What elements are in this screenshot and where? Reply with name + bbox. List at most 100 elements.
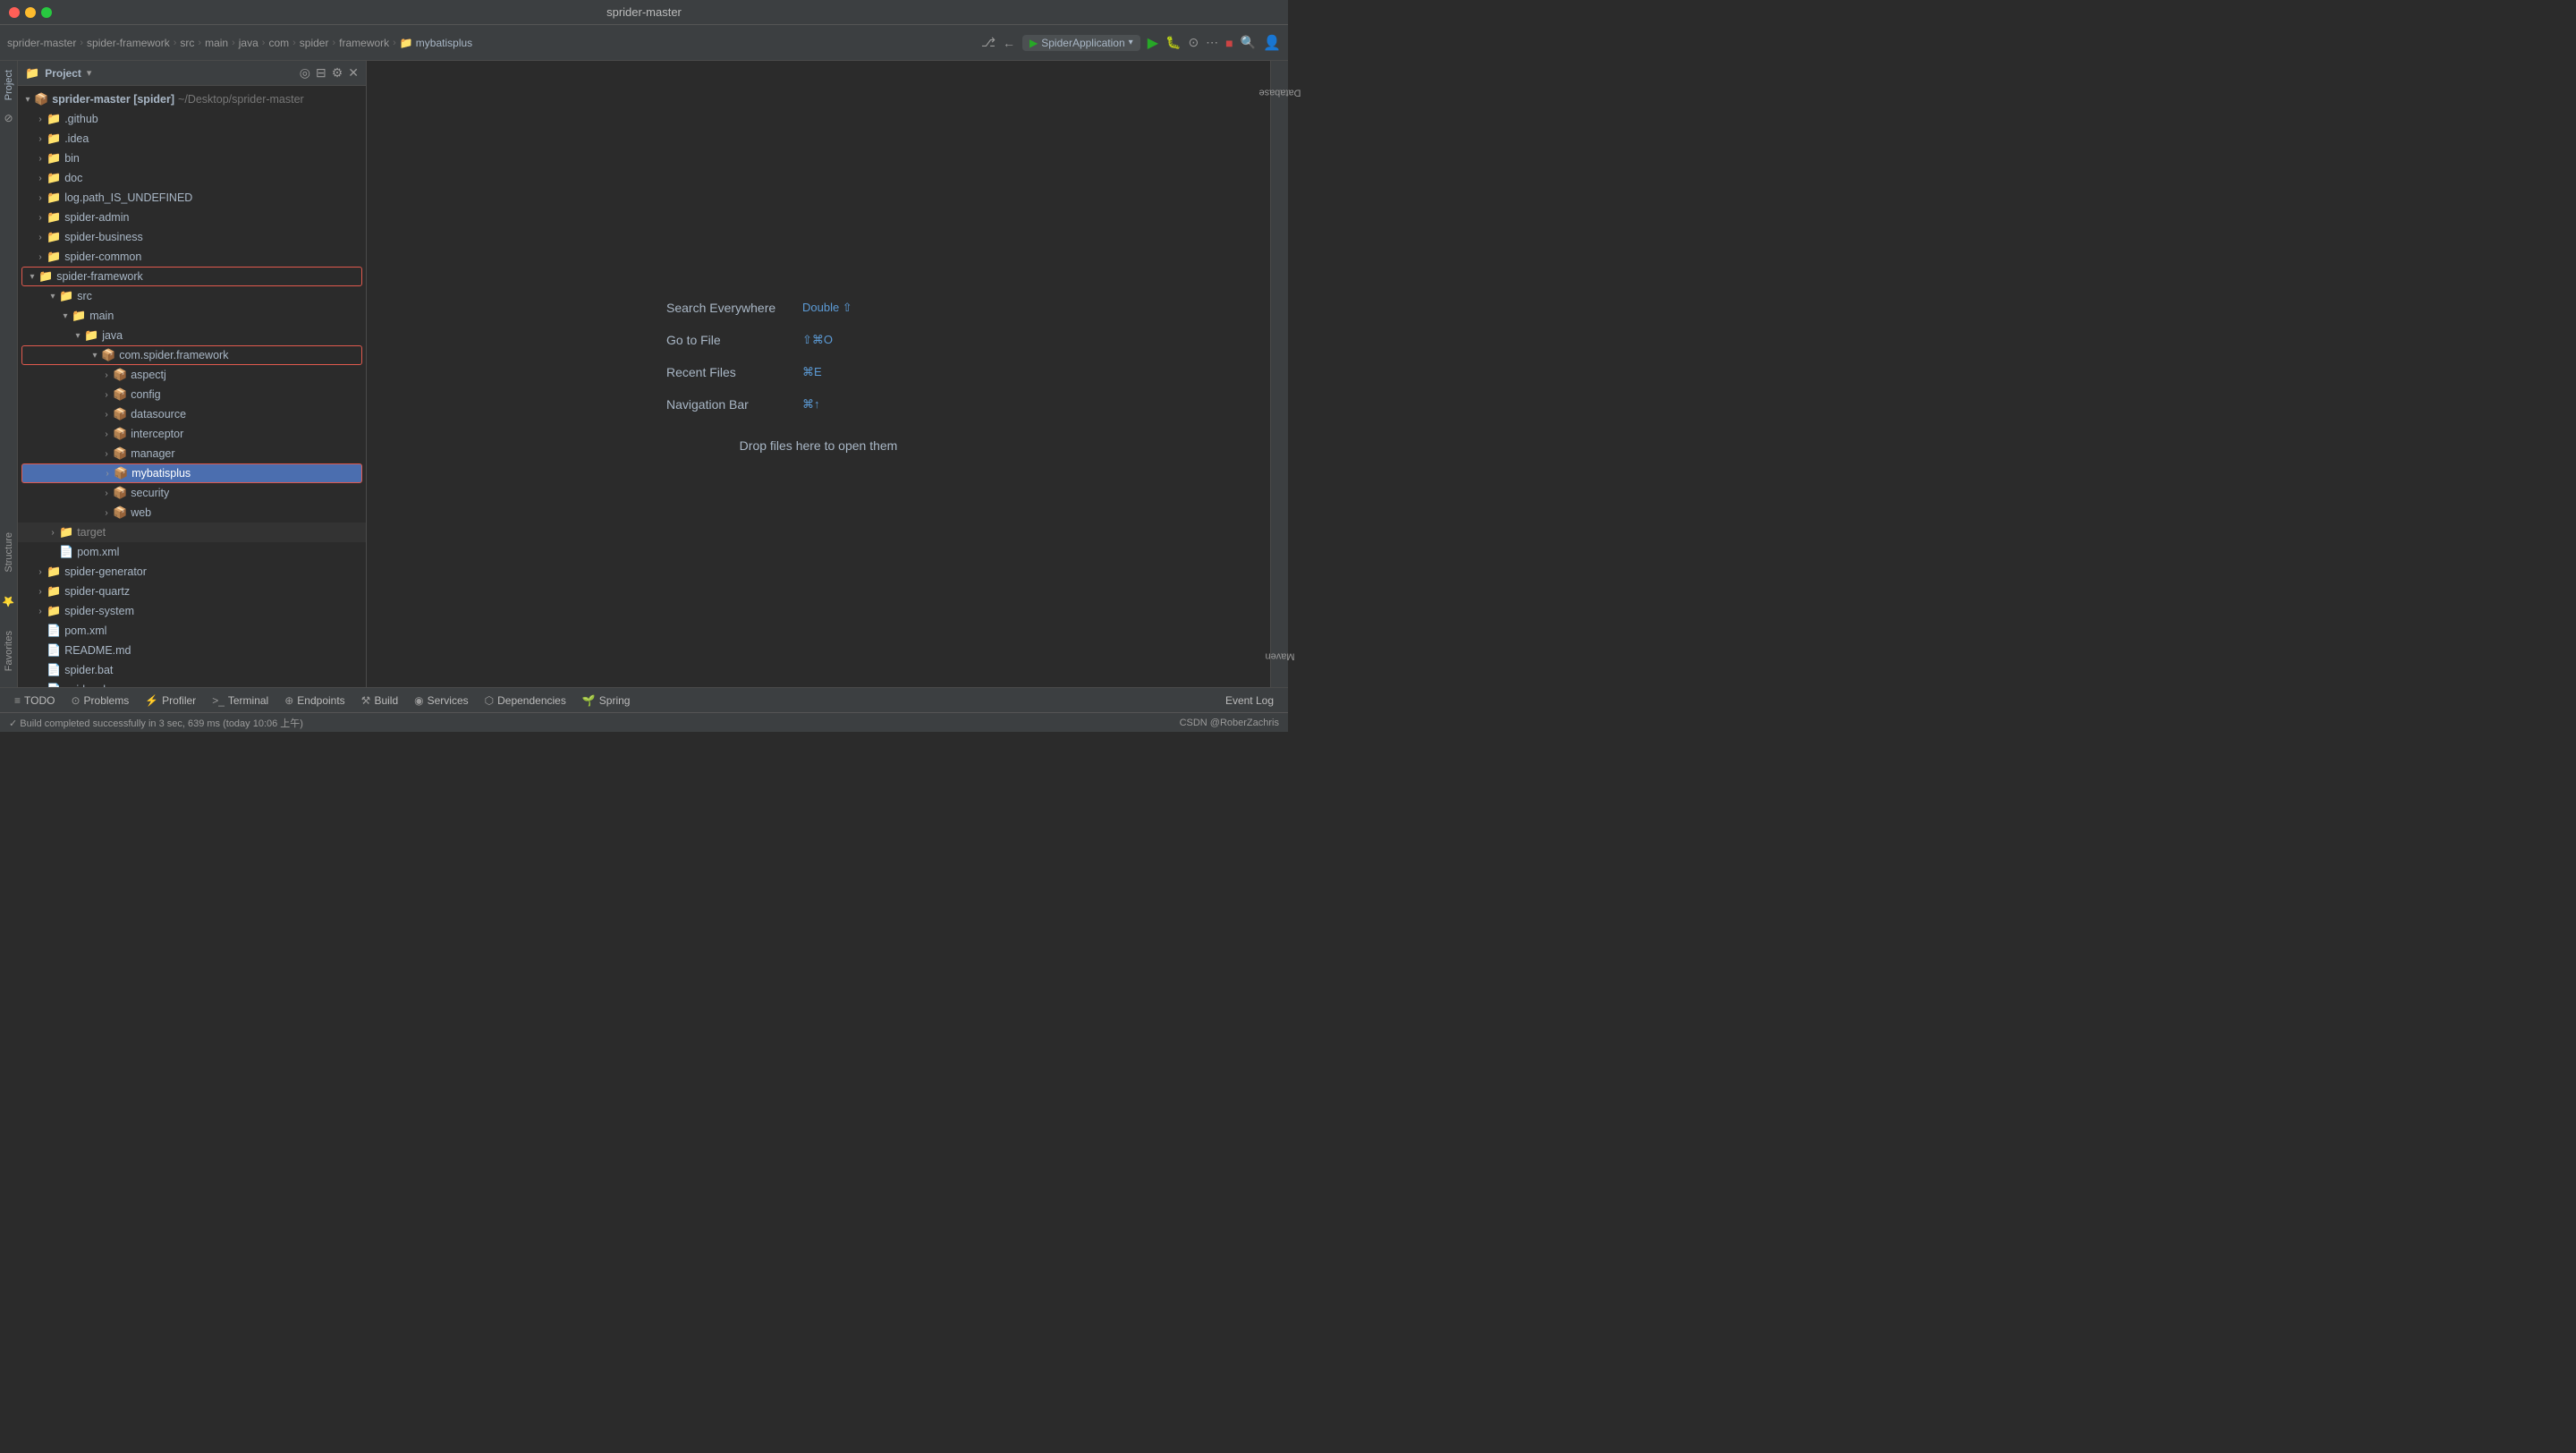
- tree-arrow[interactable]: ▾: [26, 272, 38, 282]
- list-item[interactable]: ▾ 📁 java: [18, 326, 366, 345]
- sidebar-item-structure[interactable]: Structure: [2, 527, 16, 578]
- breadcrumb-item-4[interactable]: java: [239, 37, 258, 49]
- tree-arrow[interactable]: ▾: [47, 292, 59, 302]
- tree-arrow[interactable]: ›: [100, 410, 113, 420]
- spider-framework-node[interactable]: ▾ 📁 spider-framework: [21, 267, 362, 286]
- tab-profiler[interactable]: ⚡ Profiler: [138, 690, 203, 711]
- run-configuration[interactable]: ▶ SpiderApplication ▾: [1022, 35, 1140, 51]
- sidebar-item-favorites[interactable]: Favorites: [2, 625, 16, 676]
- breadcrumb-item-5[interactable]: com: [268, 37, 289, 49]
- tab-endpoints[interactable]: ⊕ Endpoints: [277, 690, 352, 711]
- tree-arrow[interactable]: ›: [100, 370, 113, 380]
- more-run-icon[interactable]: ⋯: [1206, 35, 1218, 50]
- window-controls[interactable]: [9, 7, 52, 18]
- tree-arrow[interactable]: ›: [34, 134, 47, 144]
- mybatisplus-node[interactable]: › 📦 mybatisplus: [21, 463, 362, 483]
- commit-icon[interactable]: ⊘: [4, 112, 13, 124]
- search-icon[interactable]: 🔍: [1241, 35, 1256, 50]
- tree-arrow[interactable]: ▾: [72, 331, 84, 341]
- run-config-dropdown[interactable]: ▾: [1129, 38, 1133, 47]
- breadcrumb-item-8[interactable]: 📁mybatisplus: [400, 37, 472, 49]
- list-item[interactable]: › 📦 aspectj: [18, 365, 366, 385]
- list-item[interactable]: › 📁 .idea: [18, 129, 366, 149]
- list-item[interactable]: › 📁 bin: [18, 149, 366, 168]
- maximize-button[interactable]: [41, 7, 52, 18]
- tree-arrow[interactable]: ›: [34, 193, 47, 203]
- tab-build[interactable]: ⚒ Build: [354, 690, 405, 711]
- tree-arrow[interactable]: ›: [100, 489, 113, 498]
- tab-todo[interactable]: ≡ TODO: [7, 690, 62, 711]
- breadcrumb-item-6[interactable]: spider: [300, 37, 329, 49]
- vcs-icon[interactable]: ⎇: [981, 35, 996, 50]
- list-item[interactable]: 📄 pom.xml: [18, 542, 366, 562]
- tree-arrow[interactable]: ›: [47, 528, 59, 538]
- tree-arrow[interactable]: ›: [34, 154, 47, 164]
- tree-arrow[interactable]: ›: [100, 390, 113, 400]
- list-item[interactable]: 📄 README.md: [18, 641, 366, 660]
- collapse-icon[interactable]: ⊟: [316, 65, 326, 81]
- maven-panel-tab[interactable]: Maven: [1258, 649, 1301, 663]
- tree-arrow[interactable]: ›: [34, 233, 47, 242]
- list-item[interactable]: › 📦 datasource: [18, 404, 366, 424]
- options-icon[interactable]: ⚙: [332, 65, 343, 81]
- list-item[interactable]: › 📁 spider-common: [18, 247, 366, 267]
- tree-arrow[interactable]: ▾: [89, 351, 101, 361]
- list-item[interactable]: 📄 spider.bat: [18, 660, 366, 680]
- tab-event-log[interactable]: Event Log: [1218, 690, 1281, 711]
- tab-spring[interactable]: 🌱 Spring: [575, 690, 638, 711]
- minimize-button[interactable]: [25, 7, 36, 18]
- breadcrumb-item-1[interactable]: spider-framework: [87, 37, 170, 49]
- list-item[interactable]: ▾ 📁 src: [18, 286, 366, 306]
- tree-arrow[interactable]: ›: [34, 567, 47, 577]
- list-item[interactable]: › 📁 log.path_IS_UNDEFINED: [18, 188, 366, 208]
- breadcrumb-item-2[interactable]: src: [180, 37, 194, 49]
- list-item[interactable]: 📄 pom.xml: [18, 621, 366, 641]
- stop-icon[interactable]: ■: [1225, 36, 1233, 50]
- locate-icon[interactable]: ◎: [300, 65, 310, 81]
- list-item[interactable]: ▾ 📁 main: [18, 306, 366, 326]
- list-item[interactable]: 📄 spider.sh: [18, 680, 366, 687]
- tab-terminal[interactable]: >_ Terminal: [205, 690, 275, 711]
- debug-icon[interactable]: 🐛: [1165, 35, 1181, 50]
- back-icon[interactable]: ←: [1003, 36, 1015, 50]
- sidebar-item-bookmarks[interactable]: ⭐: [1, 590, 16, 612]
- run-button[interactable]: ▶: [1148, 34, 1158, 52]
- tree-arrow[interactable]: ›: [34, 607, 47, 616]
- tree-arrow[interactable]: ▾: [59, 311, 72, 321]
- tree-arrow[interactable]: ›: [34, 115, 47, 124]
- sidebar-item-project[interactable]: Project: [2, 64, 16, 106]
- tree-root[interactable]: ▾ 📦 sprider-master [spider] ~/Desktop/sp…: [18, 89, 366, 109]
- list-item[interactable]: › 📦 manager: [18, 444, 366, 463]
- close-button[interactable]: [9, 7, 20, 18]
- tree-arrow[interactable]: ›: [34, 252, 47, 262]
- list-item[interactable]: › 📦 config: [18, 385, 366, 404]
- dropdown-arrow[interactable]: ▾: [87, 67, 92, 79]
- tree-arrow[interactable]: ›: [34, 213, 47, 223]
- list-item[interactable]: › 📁 target: [18, 523, 366, 542]
- breadcrumb-item-7[interactable]: framework: [339, 37, 389, 49]
- user-icon[interactable]: 👤: [1263, 34, 1281, 52]
- close-panel-icon[interactable]: ✕: [348, 65, 359, 81]
- list-item[interactable]: › 📁 doc: [18, 168, 366, 188]
- tab-dependencies[interactable]: ⬡ Dependencies: [478, 690, 573, 711]
- list-item[interactable]: › 📦 web: [18, 503, 366, 523]
- tree-arrow[interactable]: ›: [100, 508, 113, 518]
- list-item[interactable]: › 📁 spider-system: [18, 601, 366, 621]
- list-item[interactable]: › 📦 interceptor: [18, 424, 366, 444]
- tree-arrow[interactable]: ›: [101, 469, 114, 479]
- list-item[interactable]: › 📦 security: [18, 483, 366, 503]
- breadcrumb-item-3[interactable]: main: [205, 37, 228, 49]
- com-spider-framework-node[interactable]: ▾ 📦 com.spider.framework: [21, 345, 362, 365]
- list-item[interactable]: › 📁 spider-business: [18, 227, 366, 247]
- tree-arrow[interactable]: ›: [34, 174, 47, 183]
- tree-arrow-root[interactable]: ▾: [21, 95, 34, 105]
- list-item[interactable]: › 📁 .github: [18, 109, 366, 129]
- tree-arrow[interactable]: ›: [100, 449, 113, 459]
- list-item[interactable]: › 📁 spider-generator: [18, 562, 366, 582]
- coverage-icon[interactable]: ⊙: [1188, 35, 1199, 50]
- tab-services[interactable]: ◉ Services: [407, 690, 476, 711]
- tree-arrow[interactable]: ›: [34, 587, 47, 597]
- list-item[interactable]: › 📁 spider-quartz: [18, 582, 366, 601]
- database-panel-tab[interactable]: Database: [1251, 86, 1308, 100]
- list-item[interactable]: › 📁 spider-admin: [18, 208, 366, 227]
